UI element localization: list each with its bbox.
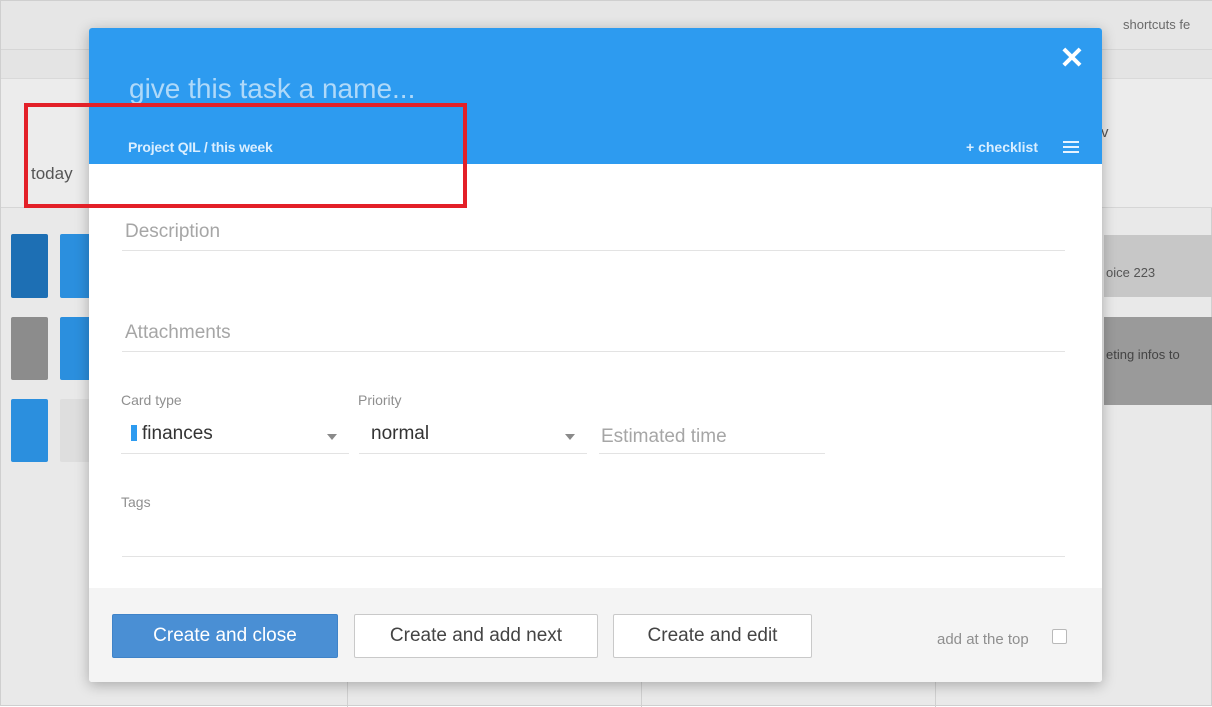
priority-underline — [359, 453, 587, 454]
column-today-title[interactable]: today — [31, 164, 73, 184]
background-card-text: oice 223 — [1106, 265, 1156, 280]
attachments-underline — [122, 351, 1065, 352]
tags-underline — [122, 556, 1065, 557]
attachments-input[interactable] — [125, 319, 1063, 347]
background-card[interactable] — [60, 234, 92, 298]
add-checklist-button[interactable]: + checklist — [966, 139, 1038, 155]
chevron-down-icon — [565, 434, 575, 440]
new-task-dialog: ✕ Project QIL / this week + checklist Ca… — [89, 28, 1102, 682]
column-divider — [641, 681, 642, 707]
background-card-invoice[interactable]: oice 223 — [1104, 235, 1212, 297]
add-at-top-checkbox[interactable] — [1052, 629, 1067, 644]
chevron-down-icon — [327, 434, 337, 440]
background-card-text: eting infos to — [1106, 347, 1180, 362]
background-card[interactable] — [60, 317, 92, 380]
task-name-input[interactable] — [127, 68, 1011, 110]
column-partial-title: v — [1101, 124, 1109, 141]
breadcrumb[interactable]: Project QIL / this week — [128, 139, 273, 155]
card-type-label: Card type — [121, 392, 182, 408]
background-card[interactable] — [11, 399, 48, 462]
add-at-top-label: add at the top — [937, 631, 1029, 648]
column-divider — [347, 681, 348, 707]
tags-input[interactable] — [121, 518, 1065, 554]
column-divider — [935, 681, 936, 707]
estimated-time-underline — [599, 453, 825, 454]
priority-label: Priority — [358, 392, 402, 408]
close-icon[interactable]: ✕ — [1059, 44, 1085, 74]
card-type-underline — [121, 453, 349, 454]
create-and-edit-button[interactable]: Create and edit — [613, 614, 812, 658]
card-type-value: finances — [142, 423, 213, 444]
priority-value: normal — [371, 423, 430, 444]
create-and-add-next-button[interactable]: Create and add next — [354, 614, 598, 658]
card-type-select[interactable]: finances — [121, 423, 349, 455]
create-and-close-button[interactable]: Create and close — [112, 614, 338, 658]
background-card[interactable] — [60, 399, 92, 462]
tags-label: Tags — [121, 494, 151, 510]
dialog-header: ✕ Project QIL / this week + checklist — [89, 28, 1102, 164]
description-input[interactable] — [125, 218, 1063, 246]
hamburger-menu-icon[interactable] — [1063, 141, 1079, 153]
background-card[interactable] — [11, 234, 48, 298]
priority-select[interactable]: normal — [359, 423, 587, 455]
dialog-footer: Create and close Create and add next Cre… — [89, 588, 1102, 682]
shortcuts-link[interactable]: shortcuts fe — [1123, 17, 1190, 32]
card-type-color-swatch — [131, 425, 137, 441]
estimated-time-input[interactable] — [601, 423, 823, 451]
description-underline — [122, 250, 1065, 251]
background-card[interactable] — [11, 317, 48, 380]
background-card-meeting[interactable]: eting infos to — [1104, 317, 1212, 405]
